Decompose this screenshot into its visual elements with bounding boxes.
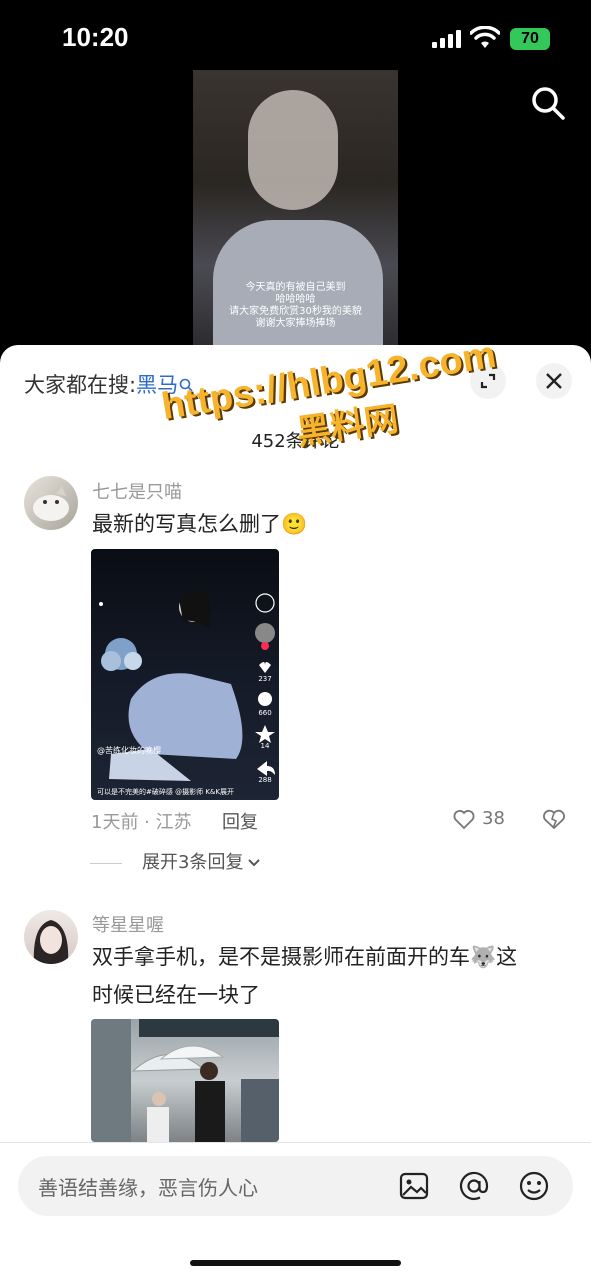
comment-text-line: 双手拿手机，是不是摄影师在前面开的车🐺这: [92, 945, 518, 969]
video-player[interactable]: 今天真的有被自己美到 哈哈哈哈 请大家免费欣赏30秒我的美貌 谢谢大家捧场捧场: [193, 70, 398, 350]
girl-avatar-icon: [33, 920, 69, 964]
comment-image[interactable]: [91, 1019, 279, 1142]
reply-button[interactable]: 回复: [222, 808, 258, 834]
cellular-signal-icon: [432, 30, 462, 48]
avatar[interactable]: [24, 476, 78, 530]
caption-line: 谢谢大家捧场捧场: [255, 318, 336, 329]
close-icon: [546, 373, 562, 389]
status-bar: 10:20 70: [0, 0, 591, 70]
mention-icon[interactable]: [458, 1170, 490, 1202]
caption-line: 哈哈哈哈: [275, 294, 316, 305]
battery-indicator: 70: [510, 28, 550, 50]
image-like-count: 237: [258, 675, 272, 683]
search-icon[interactable]: [530, 85, 566, 121]
comment-text-line: 时候已经在一块了: [92, 983, 260, 1007]
image-author: @苦练化妆的晚樱: [97, 746, 161, 755]
status-time: 10:20: [62, 22, 129, 52]
video-subject-face: [248, 90, 338, 210]
expand-replies-label: 展开3条回复: [142, 852, 244, 873]
comment-image[interactable]: @苦练化妆的晚樱 可以是不完美的#破碎感 @摄影师 K&K展开 237 660 …: [91, 549, 279, 800]
trending-search-prefix: 大家都在搜:: [24, 373, 137, 397]
heart-icon: [453, 810, 475, 830]
cat-avatar-icon: [33, 486, 69, 521]
comment-count: 452条评论: [251, 431, 340, 452]
comment-username[interactable]: 等星星喔: [92, 911, 164, 937]
image-star-count: 14: [260, 742, 270, 750]
photo-content: [99, 589, 275, 781]
image-caption: 可以是不完美的#破碎感 @摄影师 K&K展开: [97, 788, 234, 796]
comment-input[interactable]: 善语结善缘，恶言伤人心: [18, 1156, 573, 1216]
like-button[interactable]: 38: [452, 806, 512, 832]
comment-time-location: 1天前 · 江苏: [91, 812, 192, 833]
like-count: 38: [482, 808, 505, 829]
divider-line: [90, 862, 122, 864]
comment-username[interactable]: 七七是只喵: [92, 478, 182, 504]
image-icon[interactable]: [398, 1170, 430, 1202]
emoji-icon[interactable]: [518, 1170, 550, 1202]
image-comment-count: 660: [258, 709, 272, 717]
video-caption: 今天真的有被自己美到 哈哈哈哈 请大家免费欣赏30秒我的美貌 谢谢大家捧场捧场: [193, 282, 398, 330]
divider: [0, 1142, 591, 1143]
image-share-count: 288: [258, 776, 272, 784]
caption-line: 请大家免费欣赏30秒我的美貌: [229, 306, 362, 317]
close-sheet-button[interactable]: [536, 363, 572, 399]
home-indicator: [190, 1260, 401, 1266]
photo-content: [91, 1019, 279, 1142]
caption-line: 今天真的有被自己美到: [245, 282, 346, 293]
dislike-button[interactable]: [541, 807, 567, 831]
chevron-down-icon: [248, 859, 261, 867]
comment-text: 最新的写真怎么删了🙂: [92, 512, 308, 536]
expand-replies-button[interactable]: 展开3条回复: [90, 848, 261, 874]
comment-input-placeholder: 善语结善缘，恶言伤人心: [38, 1176, 258, 1200]
wifi-icon: [470, 26, 500, 48]
avatar[interactable]: [24, 910, 78, 964]
